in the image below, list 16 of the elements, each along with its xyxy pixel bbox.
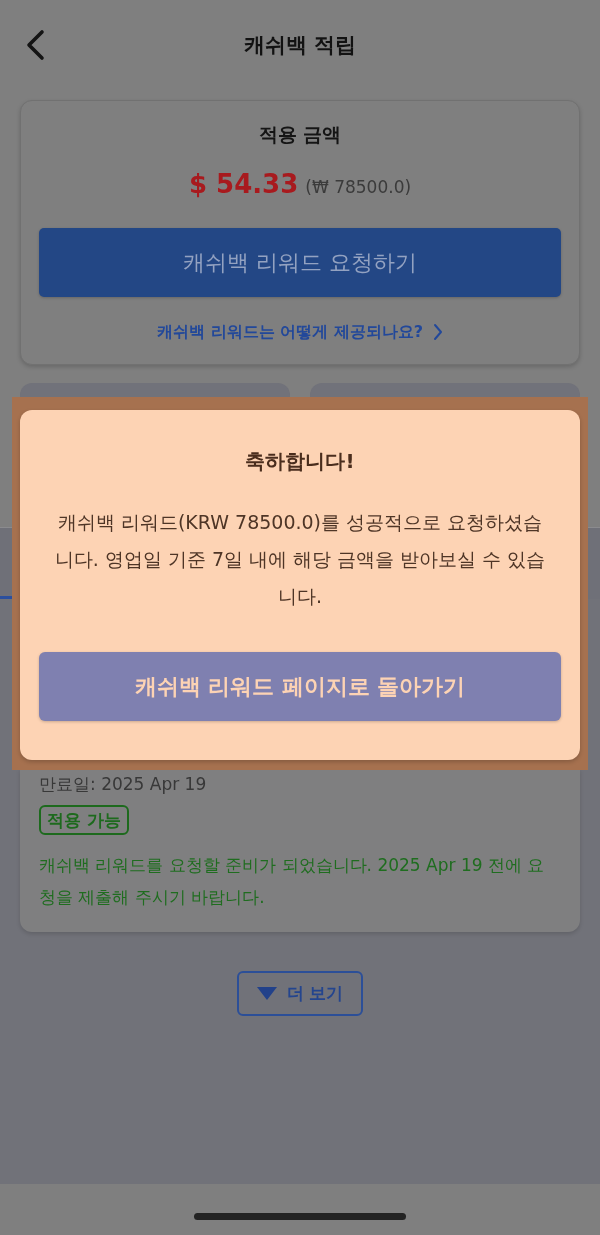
- amount-label: 적용 금액: [258, 122, 342, 147]
- chevron-right-icon: [433, 323, 443, 341]
- status-badge: 적용 가능: [39, 805, 129, 835]
- triangle-down-icon: [256, 987, 277, 1000]
- return-button[interactable]: 캐쉬백 리워드 페이지로 돌아가기: [39, 652, 561, 721]
- dialog-title: 축하합니다!: [245, 448, 355, 475]
- expiry-date: 만료일: 2025 Apr 19: [39, 773, 207, 795]
- amount-value: $ 54.33: [188, 168, 299, 201]
- page-title: 캐쉬백 적립: [243, 32, 357, 59]
- reward-message: 캐쉬백 리워드를 요청할 준비가 되었습니다. 2025 Apr 19 전에 요청을 제출해 주시기 바랍니다.: [39, 854, 546, 909]
- dialog-message: 캐쉬백 리워드(KRW 78500.0)를 성공적으로 요청하셨습니다. 영업일 기준 7일 내에 해당 금액을 받아보실 수 있습니다.: [53, 510, 547, 609]
- help-link[interactable]: 캐쉬백 리워드는 어떻게 제공되나요?: [157, 321, 443, 343]
- request-button[interactable]: 캐쉬백 리워드 요청하기: [39, 228, 561, 297]
- back-chevron-icon: [25, 29, 45, 61]
- original-amount: (₩ 78500.0): [305, 176, 412, 199]
- more-button[interactable]: 더 보기: [236, 971, 364, 1016]
